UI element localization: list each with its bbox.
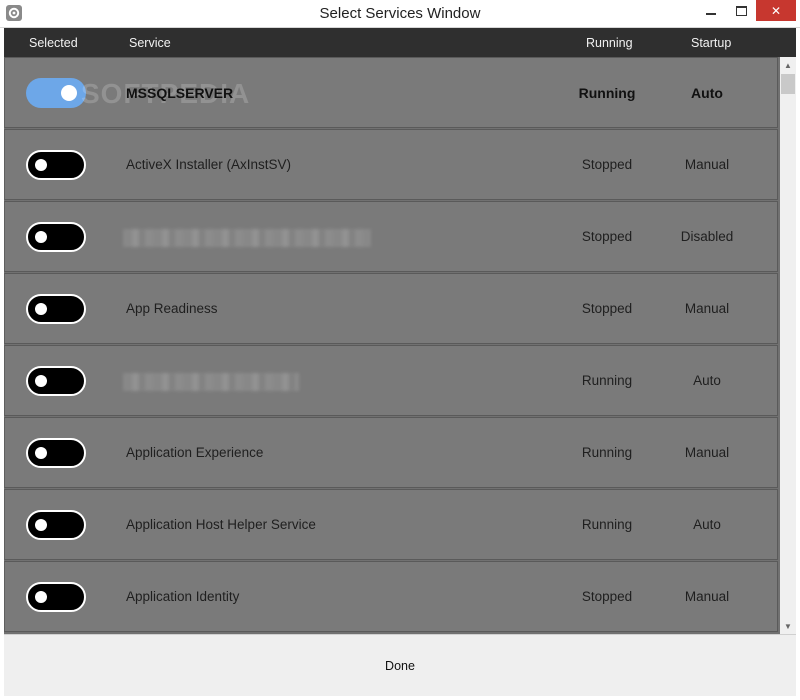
running-status: Running <box>581 517 633 532</box>
startup-type: Manual <box>684 589 730 604</box>
window-title: Select Services Window <box>319 5 481 22</box>
toggle-knob <box>35 591 47 603</box>
running-status: Stopped <box>581 229 633 244</box>
service-name: MSSQLSERVER <box>126 85 234 101</box>
maximize-button[interactable] <box>726 0 756 21</box>
scroll-thumb[interactable] <box>781 74 795 94</box>
column-header: Selected Service Running Startup <box>4 28 796 57</box>
title-bar: Select Services Window ✕ <box>0 0 800 28</box>
service-row[interactable]: Application Host Helper Service Running … <box>4 489 778 560</box>
startup-type: Manual <box>684 301 730 316</box>
header-startup[interactable]: Startup <box>691 36 731 50</box>
toggle-knob <box>35 159 47 171</box>
toggle-knob <box>35 231 47 243</box>
startup-type: Auto <box>691 85 723 101</box>
services-list[interactable]: SOFTPEDIA MSSQLSERVER Running Auto Activ… <box>4 57 780 634</box>
service-row[interactable]: Running Auto <box>4 345 778 416</box>
startup-type: Manual <box>684 445 730 460</box>
header-selected[interactable]: Selected <box>29 36 78 50</box>
select-toggle[interactable] <box>26 294 86 324</box>
running-status: Stopped <box>581 301 633 316</box>
maximize-icon <box>735 5 747 16</box>
toggle-knob <box>35 519 47 531</box>
service-row[interactable]: Stopped Disabled <box>4 201 778 272</box>
service-name: Application Identity <box>126 589 240 604</box>
running-status: Stopped <box>581 589 633 604</box>
close-button[interactable]: ✕ <box>756 0 796 21</box>
service-name: Application Experience <box>126 445 264 460</box>
select-toggle[interactable] <box>26 510 86 540</box>
select-toggle[interactable] <box>26 438 86 468</box>
close-icon: ✕ <box>770 3 782 18</box>
toggle-knob <box>35 447 47 459</box>
done-button[interactable]: Done <box>4 635 796 697</box>
service-row[interactable]: SOFTPEDIA MSSQLSERVER Running Auto <box>4 57 778 128</box>
select-toggle[interactable] <box>26 150 86 180</box>
service-name: App Readiness <box>126 301 218 316</box>
scroll-down-arrow-icon[interactable]: ▼ <box>780 618 796 634</box>
startup-type: Manual <box>684 157 730 172</box>
blurred-service-name <box>123 373 299 391</box>
select-toggle[interactable] <box>26 582 86 612</box>
service-name: Application Host Helper Service <box>126 517 316 532</box>
select-toggle[interactable] <box>26 78 86 108</box>
vertical-scrollbar[interactable]: ▲ ▼ <box>780 57 796 634</box>
scroll-up-arrow-icon[interactable]: ▲ <box>780 57 796 73</box>
running-status: Running <box>578 85 636 101</box>
toggle-knob <box>35 303 47 315</box>
header-running[interactable]: Running <box>586 36 633 50</box>
footer-bar: Done <box>4 634 796 696</box>
startup-type: Disabled <box>680 229 734 244</box>
running-status: Stopped <box>581 157 633 172</box>
running-status: Running <box>581 445 633 460</box>
service-row[interactable]: Application Experience Running Manual <box>4 417 778 488</box>
toggle-knob <box>35 375 47 387</box>
minimize-icon <box>706 12 716 15</box>
select-toggle[interactable] <box>26 222 86 252</box>
toggle-knob <box>61 85 77 101</box>
startup-type: Auto <box>693 517 721 532</box>
service-row[interactable]: ActiveX Installer (AxInstSV) Stopped Man… <box>4 129 778 200</box>
startup-type: Auto <box>693 373 721 388</box>
header-service[interactable]: Service <box>129 36 171 50</box>
service-row[interactable]: Application Identity Stopped Manual <box>4 561 778 632</box>
service-row[interactable]: App Readiness Stopped Manual <box>4 273 778 344</box>
window-frame-bottom <box>0 696 800 700</box>
running-status: Running <box>581 373 633 388</box>
blurred-service-name <box>123 229 371 247</box>
minimize-button[interactable] <box>696 0 726 21</box>
window-frame-right <box>796 28 800 700</box>
select-toggle[interactable] <box>26 366 86 396</box>
service-name: ActiveX Installer (AxInstSV) <box>126 157 292 172</box>
